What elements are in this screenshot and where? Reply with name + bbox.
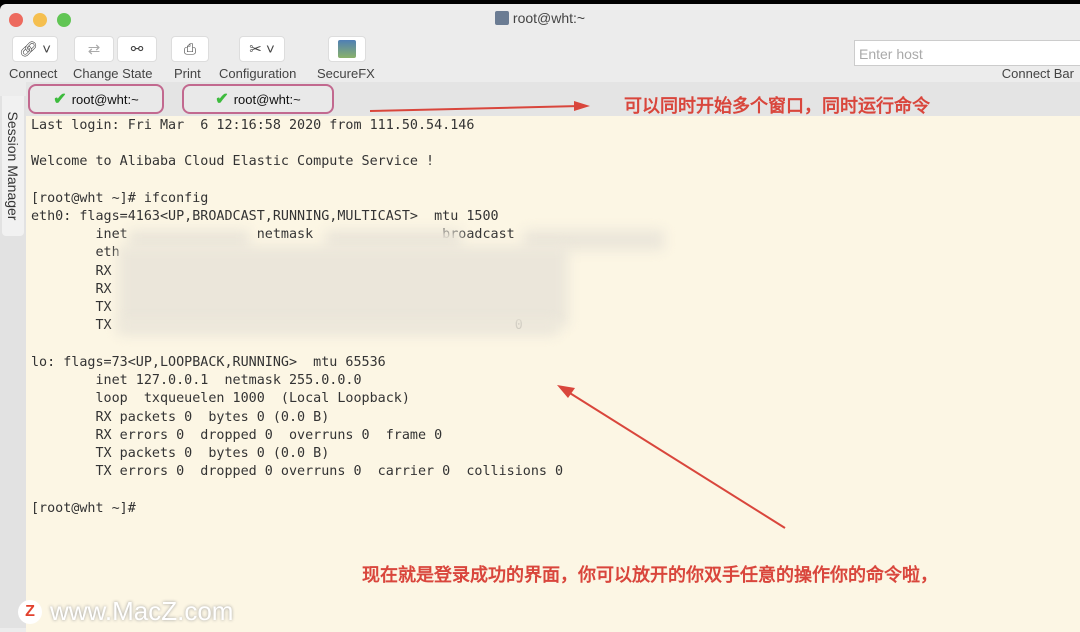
macz-logo-icon: Z [18, 599, 42, 624]
arrow-to-terminal [557, 385, 786, 529]
arrow-to-tabs [369, 101, 590, 112]
watermark-text: www.MacZ.com [50, 596, 234, 626]
watermark: Zwww.MacZ.com [18, 596, 233, 627]
annotation-tabs-note: 可以同时开始多个窗口，同时运行命令 [624, 96, 930, 116]
annotation-login-note: 现在就是登录成功的界面，你可以放开的你双手任意的操作你的命令啦， [362, 565, 938, 585]
